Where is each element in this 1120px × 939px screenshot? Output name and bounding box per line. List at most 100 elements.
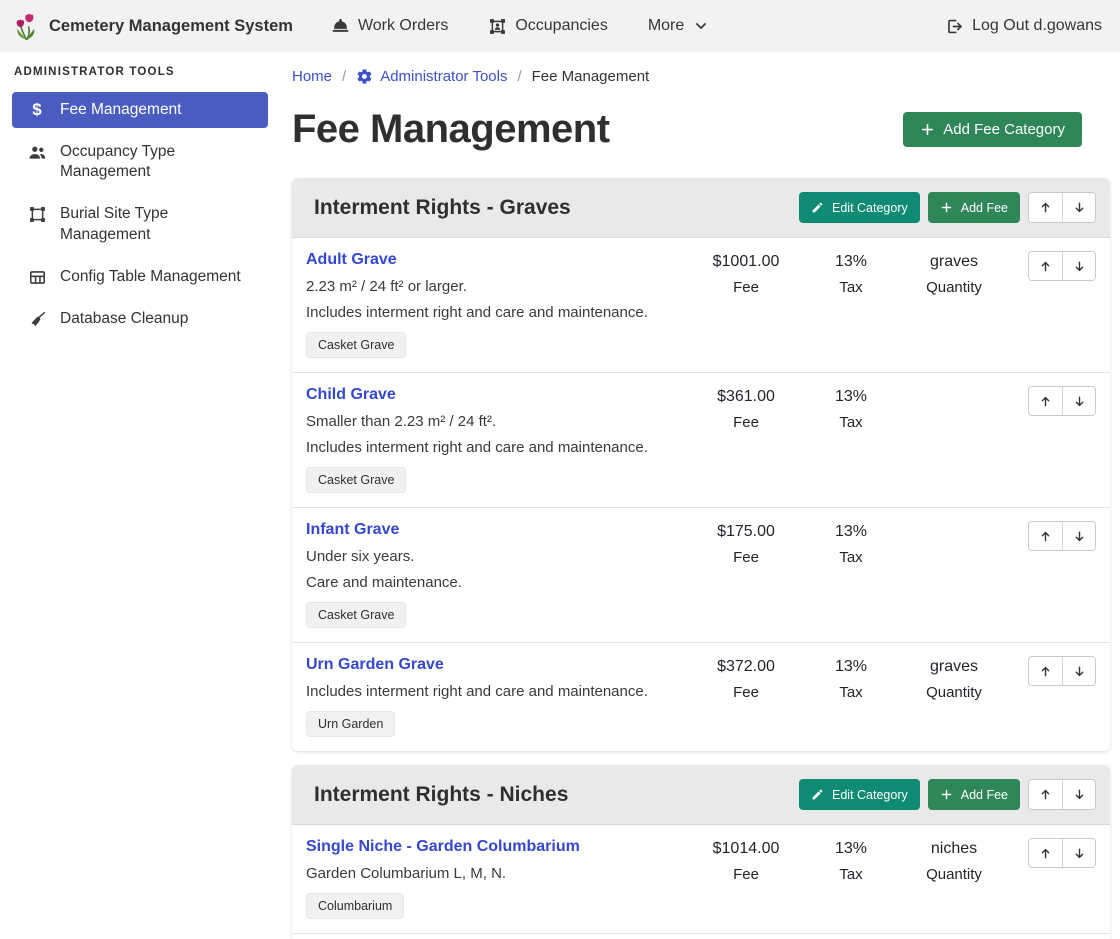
add-fee-button[interactable]: Add Fee [928,192,1020,223]
fee-description: Care and maintenance. [306,574,686,591]
move-fee-down-button[interactable] [1062,387,1095,415]
move-fee-up-button[interactable] [1029,839,1062,867]
move-fee-down-button[interactable] [1062,252,1095,280]
fee-amount-column: $372.00 Fee [686,656,806,701]
breadcrumb-home-link[interactable]: Home [292,68,332,85]
move-fee-up-button[interactable] [1029,657,1062,685]
arrow-up-icon [1039,788,1052,801]
fee-amount-label: Fee [686,549,806,566]
category-body: Single Niche - Garden Columbarium Garden… [292,825,1110,939]
arrow-down-icon [1073,201,1086,214]
fee-description: Garden Columbarium L, M, N. [306,865,686,882]
move-fee-up-button[interactable] [1029,252,1062,280]
fee-name-link[interactable]: Infant Grave [306,521,399,539]
tax-column: 13% Tax [806,838,896,883]
quantity-label: Quantity [896,279,1012,296]
nav-occupancies-label: Occupancies [515,17,608,35]
arrow-down-icon [1073,530,1086,543]
sidebar-heading: ADMINISTRATOR TOOLS [14,66,268,78]
top-navbar: Cemetery Management System Work Orders O… [0,0,1120,52]
fee-type-badge: Casket Grave [306,332,406,358]
quantity-label: Quantity [896,684,1012,701]
breadcrumb-separator: / [342,68,346,85]
move-fee-down-button[interactable] [1062,839,1095,867]
edit-category-button[interactable]: Edit Category [799,192,920,223]
nav-more[interactable]: More [648,17,708,35]
category-reorder-group [1028,192,1096,223]
move-fee-up-button[interactable] [1029,387,1062,415]
sidebar-item-database-cleanup[interactable]: Database Cleanup [12,301,268,337]
page-title: Fee Management [292,107,610,152]
add-fee-category-button[interactable]: Add Fee Category [903,112,1082,147]
tax-label: Tax [806,414,896,431]
dollar-icon: $ [26,101,48,118]
nav-occupancies[interactable]: Occupancies [488,17,608,36]
quantity-value: niches [896,840,1012,858]
category-reorder-group [1028,779,1096,810]
chevron-down-icon [694,19,708,33]
tax-column: 13% Tax [806,656,896,701]
tax-column: 13% Tax [806,521,896,566]
breadcrumb-admin-tools-link[interactable]: Administrator Tools [356,68,507,85]
sidebar-item-occupancy-type-management[interactable]: Occupancy Type Management [12,134,268,190]
fee-row: Adult Grave 2.23 m² / 24 ft² or larger. … [292,238,1110,372]
fee-row: Infant Grave Under six years. Care and m… [292,507,1110,642]
add-fee-button[interactable]: Add Fee [928,779,1020,810]
fee-description: Under six years. [306,548,686,565]
sidebar-item-config-table-management[interactable]: Config Table Management [12,259,268,295]
fee-name-link[interactable]: Single Niche - Garden Columbarium [306,838,580,856]
fee-amount-label: Fee [686,866,806,883]
arrow-up-icon [1039,201,1052,214]
arrow-up-icon [1039,665,1052,678]
vector-square-icon [26,205,48,224]
fee-reorder-group [1028,838,1096,868]
fee-name-link[interactable]: Adult Grave [306,251,397,269]
plus-icon [940,788,953,801]
tax-label: Tax [806,866,896,883]
arrow-down-icon [1073,395,1086,408]
tax-value: 13% [806,840,896,858]
move-category-up-button[interactable] [1029,193,1062,222]
fee-amount-column: $1014.00 Fee [686,838,806,883]
pencil-icon [811,201,824,214]
fee-amount-column: $1001.00 Fee [686,251,806,296]
fee-reorder-group [1028,521,1096,551]
tax-value: 13% [806,523,896,541]
sidebar-nav: $ Fee Management Occupancy Type Manageme… [14,92,268,337]
breadcrumb-current: Fee Management [532,68,650,85]
fee-description: Includes interment right and care and ma… [306,439,686,456]
breadcrumb-separator: / [517,68,521,85]
move-category-down-button[interactable] [1062,780,1095,809]
fee-type-badge: Casket Grave [306,467,406,493]
category-title: Interment Rights - Graves [314,196,571,220]
nav-more-label: More [648,17,684,35]
move-fee-down-button[interactable] [1062,657,1095,685]
arrow-down-icon [1073,847,1086,860]
tax-value: 13% [806,388,896,406]
quantity-value: graves [896,253,1012,271]
move-category-down-button[interactable] [1062,193,1095,222]
tulip-logo-icon [14,12,39,41]
hard-hat-icon [331,17,350,36]
table-icon [26,268,48,287]
sidebar-item-burial-site-type-management[interactable]: Burial Site Type Management [12,196,268,252]
fee-amount-value: $1001.00 [686,253,806,271]
gear-icon [356,68,373,85]
fee-type-badge: Urn Garden [306,711,395,737]
tax-value: 13% [806,658,896,676]
fee-row: Urn Garden Grave Includes interment righ… [292,642,1110,751]
move-category-up-button[interactable] [1029,780,1062,809]
sidebar-item-fee-management[interactable]: $ Fee Management [12,92,268,128]
edit-category-button[interactable]: Edit Category [799,779,920,810]
fee-name-link[interactable]: Urn Garden Grave [306,656,444,674]
fee-name-link[interactable]: Child Grave [306,386,396,404]
nav-work-orders[interactable]: Work Orders [331,17,448,36]
fee-reorder-group [1028,251,1096,281]
fee-reorder-group [1028,656,1096,686]
arrow-up-icon [1039,847,1052,860]
move-fee-down-button[interactable] [1062,522,1095,550]
tax-column: 13% Tax [806,251,896,296]
fee-row: Child Grave Smaller than 2.23 m² / 24 ft… [292,372,1110,507]
move-fee-up-button[interactable] [1029,522,1062,550]
logout-link[interactable]: Log Out d.gowans [945,17,1102,36]
